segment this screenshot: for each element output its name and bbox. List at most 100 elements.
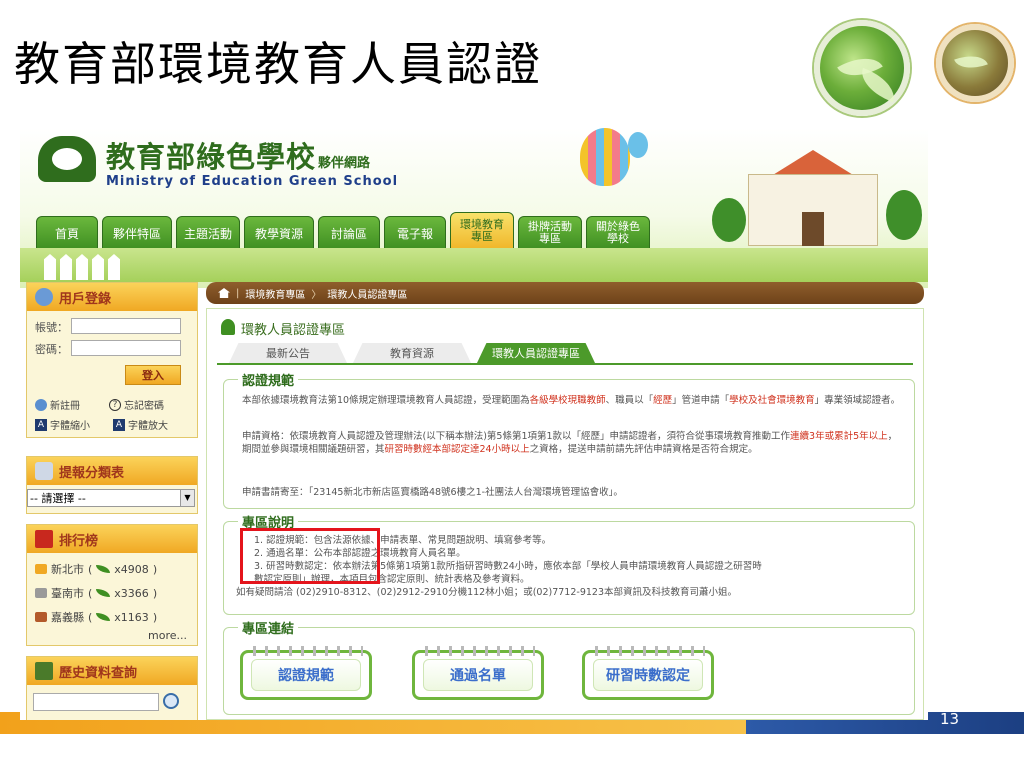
font-larger-label: 字體放大 — [128, 421, 168, 432]
breadcrumb-item[interactable]: 環教人員認證專區 — [327, 286, 407, 301]
link-approved-list[interactable]: 通過名單 — [412, 646, 544, 700]
chevron-down-icon: ▼ — [180, 490, 194, 506]
link-card-label: 認證規範 — [251, 659, 361, 691]
fence-picket — [44, 254, 56, 280]
tab-divider — [217, 363, 913, 365]
register-label: 新註冊 — [50, 401, 80, 412]
links-section: 專區連結 認證規範 通過名單 研習時數認定 — [223, 618, 915, 715]
main-nav: 首頁 夥伴特區 主題活動 教學資源 討論區 電子報 環境教育專區 掛牌活動專區 … — [36, 212, 650, 252]
report-box-title: 提報分類表 — [59, 465, 125, 481]
hot-air-balloon-icon — [580, 128, 630, 186]
sidebar: 用戶登錄 帳號： 密碼： 登入 新註冊 ? 忘記密碼 A 字體縮小 A 字體放大 — [26, 282, 198, 720]
cart-icon — [35, 564, 47, 574]
nav-tab-home[interactable]: 首頁 — [36, 216, 98, 250]
tab-certification[interactable]: 環教人員認證專區 — [477, 343, 595, 363]
ranking-box-title: 排行榜 — [59, 533, 99, 549]
nav-tab-resources[interactable]: 教學資源 — [244, 216, 314, 250]
tree-icon — [221, 319, 235, 335]
font-a-icon: A — [35, 418, 47, 431]
seedling-photo-icon — [936, 24, 1014, 102]
report-category-select[interactable]: -- 請選擇 -- ▼ — [27, 489, 195, 507]
register-icon — [35, 398, 47, 411]
main-panel: 環教人員認證專區 最新公告 教育資源 環教人員認證專區 認證規範 本部依據環境教… — [206, 308, 924, 720]
breadcrumb: | 環境教育專區 〉 環教人員認證專區 — [206, 282, 924, 304]
school-building-icon — [748, 138, 878, 246]
rules-paragraph: 本部依據環境教育法第10條規定辦理環境教育人員認證，受理範圍為各級學校現職教師、… — [242, 395, 901, 406]
leaf-icon — [96, 589, 111, 597]
search-icon[interactable] — [163, 693, 179, 709]
login-box: 用戶登錄 帳號： 密碼： 登入 新註冊 ? 忘記密碼 A 字體縮小 A 字體放大 — [26, 282, 198, 438]
leaf-photo-icon — [814, 20, 910, 116]
eligibility-paragraph: 申請資格：依環境教育人員認證及管理辦法(以下稱本辦法)第5條第1項第1款以「經歷… — [242, 431, 898, 455]
highlight-annotation-box — [240, 528, 380, 584]
content-tabs: 最新公告 教育資源 環教人員認證專區 — [229, 343, 595, 363]
tab-latest-news[interactable]: 最新公告 — [229, 343, 347, 363]
report-box: 提報分類表 -- 請選擇 -- ▼ — [26, 456, 198, 514]
links-section-title: 專區連結 — [238, 618, 299, 637]
site-logo-title: 教育部綠色學校 — [106, 140, 317, 174]
account-label: 帳號： — [35, 321, 68, 334]
font-larger-link[interactable]: A 字體放大 — [113, 417, 168, 432]
book-icon — [35, 530, 53, 548]
history-search-input[interactable] — [33, 693, 159, 711]
history-box-title: 歷史資料查詢 — [59, 665, 138, 681]
mailing-address: 申請書請寄至：「23145新北市新店區寶橋路48號6樓之1-社團法人台灣環境管理… — [242, 487, 623, 498]
ranking-item[interactable]: 新北市 ( x4908) — [35, 561, 157, 577]
font-smaller-label: 字體縮小 — [50, 421, 90, 432]
page-number: 13 — [940, 710, 960, 728]
nav-tab-newsletter[interactable]: 電子報 — [384, 216, 446, 250]
fence-picket — [92, 254, 104, 280]
history-box: 歷史資料查詢 — [26, 656, 198, 720]
nav-tab-partner[interactable]: 夥伴特區 — [102, 216, 172, 250]
ranking-item[interactable]: 臺南市 ( x3366) — [35, 585, 157, 601]
rules-section-title: 認證規範 — [238, 370, 299, 389]
contact-line: 如有疑問請洽 (02)2910-8312、(02)2912-2910分機112林… — [236, 587, 738, 598]
register-link[interactable]: 新註冊 — [35, 397, 80, 412]
nav-tab-env-education[interactable]: 環境教育專區 — [450, 212, 514, 250]
nav-tab-forum[interactable]: 討論區 — [318, 216, 380, 250]
link-training-hours[interactable]: 研習時數認定 — [582, 646, 714, 700]
home-icon[interactable] — [218, 288, 230, 298]
account-input[interactable] — [71, 318, 181, 334]
font-smaller-link[interactable]: A 字體縮小 — [35, 417, 90, 432]
nav-tab-plaque-activity[interactable]: 掛牌活動專區 — [518, 216, 582, 250]
font-a-icon: A — [113, 418, 125, 431]
document-icon — [35, 462, 53, 480]
login-box-title: 用戶登錄 — [59, 291, 112, 307]
link-card-label: 研習時數認定 — [593, 659, 703, 691]
ranking-item[interactable]: 嘉義縣 ( x1163) — [35, 609, 157, 625]
green-school-logo-icon — [38, 136, 96, 182]
ranking-item-count: x3366 — [114, 586, 149, 600]
forgot-password-label: 忘記密碼 — [124, 401, 164, 412]
tab-education-resources[interactable]: 教育資源 — [353, 343, 471, 363]
link-certification-rules[interactable]: 認證規範 — [240, 646, 372, 700]
ranking-item-name: 嘉義縣 — [51, 611, 84, 624]
password-input[interactable] — [71, 340, 181, 356]
fence-picket — [76, 254, 88, 280]
tree-icon — [886, 190, 922, 240]
login-button[interactable]: 登入 — [125, 365, 181, 385]
breadcrumb-item[interactable]: 環境教育專區 — [245, 286, 305, 301]
nav-tab-activities[interactable]: 主題活動 — [176, 216, 240, 250]
help-icon: ? — [109, 398, 121, 411]
user-icon — [35, 288, 53, 306]
forgot-password-link[interactable]: ? 忘記密碼 — [109, 397, 164, 412]
ranking-box: 排行榜 新北市 ( x4908) 臺南市 ( x3366) 嘉義縣 ( x116… — [26, 524, 198, 646]
cart-icon — [35, 612, 47, 622]
nav-tab-about[interactable]: 關於綠色學校 — [586, 216, 650, 250]
ranking-item-count: x1163 — [114, 610, 149, 624]
leaf-icon — [96, 613, 111, 621]
small-balloon-icon — [628, 132, 648, 158]
leaf-icon — [96, 565, 111, 573]
link-card-label: 通過名單 — [423, 659, 533, 691]
decorative-fence — [20, 248, 928, 282]
ranking-item-name: 新北市 — [51, 563, 84, 576]
ranking-item-name: 臺南市 — [51, 587, 84, 600]
website-screenshot: 教育部綠色學校 夥伴網路 Ministry of Education Green… — [20, 128, 928, 720]
site-logo-english: Ministry of Education Green School — [106, 174, 399, 189]
tree-icon — [712, 198, 746, 242]
main-title: 環教人員認證專區 — [241, 323, 346, 338]
ranking-more-link[interactable]: more... — [148, 629, 187, 642]
password-label: 密碼： — [35, 343, 68, 356]
report-select-value: -- 請選擇 -- — [30, 492, 86, 505]
